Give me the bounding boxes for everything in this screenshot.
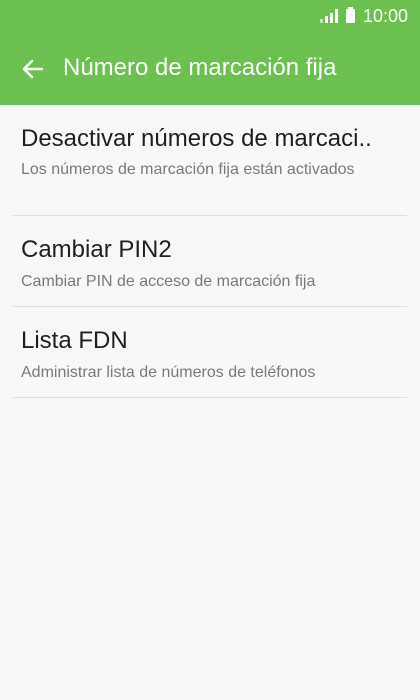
list-item-title: Desactivar números de marcaci.. [21,125,372,152]
title-bar: Número de marcación fija [0,33,420,105]
list-item-subtitle: Los números de marcación fija están acti… [21,161,355,178]
battery-icon [345,7,355,23]
page-title: Número de marcación fija [63,54,337,81]
settings-list: Desactivar números de marcaci.. Los núme… [0,105,420,398]
list-item-change-pin2[interactable]: Cambiar PIN2 Cambiar PIN de acceso de ma… [13,216,407,307]
list-item-subtitle: Administrar lista de números de teléfono… [21,364,316,381]
list-item-subtitle: Cambiar PIN de acceso de marcación fija [21,273,316,290]
screen: 10:00 Número de marcación fija Desactiva… [0,0,420,700]
app-header: 10:00 Número de marcación fija [0,0,420,105]
list-item-title: Cambiar PIN2 [21,236,172,263]
status-bar: 10:00 [0,0,420,33]
status-icons: 10:00 [319,6,408,26]
list-item-title: Lista FDN [21,327,128,354]
list-item-fdn-list[interactable]: Lista FDN Administrar lista de números d… [13,307,407,398]
list-item-disable-fdn[interactable]: Desactivar números de marcaci.. Los núme… [13,105,407,216]
status-time: 10:00 [362,6,408,26]
back-arrow-icon [22,59,44,79]
back-button[interactable] [13,49,53,89]
signal-icon [319,9,338,23]
